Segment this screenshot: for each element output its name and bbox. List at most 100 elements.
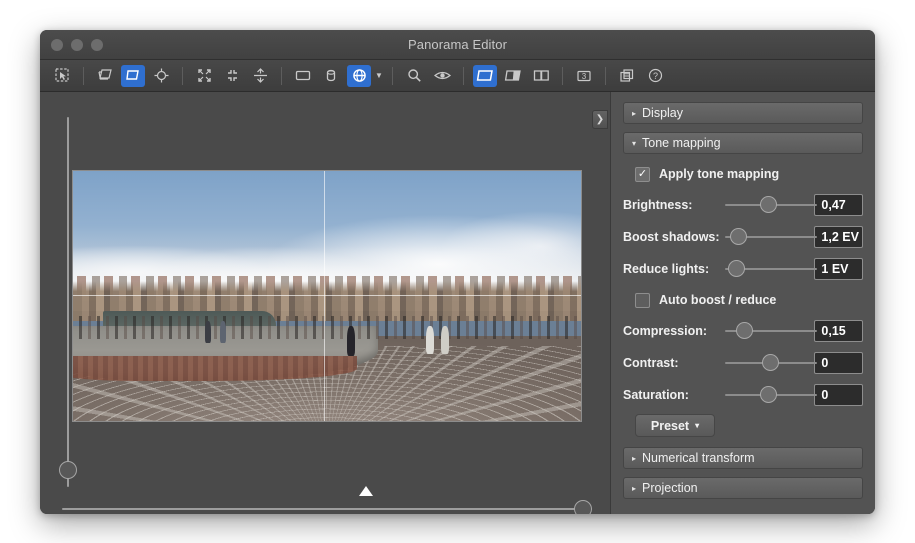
saturation-label: Saturation: bbox=[623, 388, 725, 402]
center-target-icon[interactable] bbox=[149, 65, 173, 87]
horizontal-slider-handle[interactable] bbox=[574, 500, 592, 514]
brightness-label: Brightness: bbox=[623, 198, 725, 212]
preset-button[interactable]: Preset ▾ bbox=[635, 414, 715, 437]
stack-images-icon[interactable] bbox=[93, 65, 117, 87]
reduce-lights-field[interactable]: 1 EV bbox=[814, 258, 863, 280]
brightness-row: Brightness: 0,47 bbox=[623, 192, 863, 218]
section-title-display: Display bbox=[642, 106, 683, 120]
chevron-right-icon: ▸ bbox=[632, 484, 636, 493]
vertical-slider-track[interactable] bbox=[67, 117, 69, 487]
panel-collapse-button[interactable]: ❯ bbox=[592, 110, 608, 129]
section-header-numerical-transform[interactable]: ▸ Numerical transform bbox=[623, 447, 863, 469]
saturation-field[interactable]: 0 bbox=[814, 384, 863, 406]
boost-shadows-field[interactable]: 1,2 EV bbox=[814, 226, 863, 248]
panorama-editor-window: Panorama Editor bbox=[40, 30, 875, 514]
auto-boost-reduce-row[interactable]: Auto boost / reduce bbox=[623, 288, 863, 312]
pedestrian-figure bbox=[441, 326, 449, 354]
section-title-numerical-transform: Numerical transform bbox=[642, 451, 755, 465]
reduce-lights-slider-handle[interactable] bbox=[728, 260, 745, 277]
pedestrian-figure bbox=[426, 326, 434, 354]
brick-wall bbox=[72, 356, 357, 381]
compression-slider[interactable] bbox=[725, 322, 804, 340]
editor-body: ❯ ▸ Display ▾ Tone mapping ✓ Apply tone … bbox=[40, 92, 875, 514]
cylindrical-projection-icon[interactable] bbox=[319, 65, 343, 87]
saturation-slider[interactable] bbox=[725, 386, 804, 404]
svg-text:?: ? bbox=[652, 71, 657, 81]
brightness-field[interactable]: 0,47 bbox=[814, 194, 863, 216]
zoom-icon[interactable] bbox=[402, 65, 426, 87]
contrast-field[interactable]: 0 bbox=[814, 352, 863, 374]
apply-tone-mapping-checkbox[interactable]: ✓ bbox=[635, 167, 650, 182]
expand-icon[interactable] bbox=[192, 65, 216, 87]
boost-shadows-slider[interactable] bbox=[725, 228, 804, 246]
toolbar-separator bbox=[562, 67, 563, 85]
compression-label: Compression: bbox=[623, 324, 725, 338]
contrast-slider-handle[interactable] bbox=[762, 354, 779, 371]
checkmark-icon: ✓ bbox=[638, 169, 647, 180]
saturation-row: Saturation: 0 bbox=[623, 382, 863, 408]
align-horizon-icon[interactable] bbox=[248, 65, 272, 87]
contrast-row: Contrast: 0 bbox=[623, 350, 863, 376]
toolbar-separator bbox=[463, 67, 464, 85]
reduce-lights-slider[interactable] bbox=[725, 260, 804, 278]
eye-preview-icon[interactable] bbox=[430, 65, 454, 87]
section-header-display[interactable]: ▸ Display bbox=[623, 102, 863, 124]
main-toolbar: ▼ 3 ? bbox=[40, 60, 875, 92]
pedestrian-figure bbox=[205, 321, 211, 343]
reduce-lights-row: Reduce lights: 1 EV bbox=[623, 256, 863, 282]
vertical-slider-handle[interactable] bbox=[59, 461, 77, 479]
compression-field[interactable]: 0,15 bbox=[814, 320, 863, 342]
chevron-right-icon: ▸ bbox=[632, 109, 636, 118]
window-title: Panorama Editor bbox=[40, 37, 875, 52]
horizontal-slider-track[interactable] bbox=[62, 508, 592, 510]
title-bar: Panorama Editor bbox=[40, 30, 875, 60]
brightness-slider[interactable] bbox=[725, 196, 804, 214]
toolbar-separator bbox=[392, 67, 393, 85]
chevron-right-icon: ▸ bbox=[632, 454, 636, 463]
compression-row: Compression: 0,15 bbox=[623, 318, 863, 344]
boost-shadows-row: Boost shadows: 1,2 EV bbox=[623, 224, 863, 250]
rectangular-projection-icon[interactable] bbox=[291, 65, 315, 87]
spherical-projection-icon[interactable] bbox=[347, 65, 371, 87]
apply-tone-mapping-row[interactable]: ✓ Apply tone mapping bbox=[623, 162, 863, 186]
collapse-icon[interactable] bbox=[220, 65, 244, 87]
pano-center-marker[interactable] bbox=[359, 486, 373, 496]
single-image-icon[interactable] bbox=[121, 65, 145, 87]
section-header-projection[interactable]: ▸ Projection bbox=[623, 477, 863, 499]
toolbar-separator bbox=[605, 67, 606, 85]
crowd-silhouettes bbox=[73, 316, 581, 339]
chevron-down-icon: ▾ bbox=[695, 421, 699, 430]
panorama-preview[interactable] bbox=[72, 170, 582, 422]
auto-boost-reduce-checkbox[interactable] bbox=[635, 293, 650, 308]
contrast-slider[interactable] bbox=[725, 354, 804, 372]
layers-icon[interactable] bbox=[615, 65, 639, 87]
compression-slider-handle[interactable] bbox=[736, 322, 753, 339]
toolbar-separator bbox=[83, 67, 84, 85]
panel-collapse-glyph: ❯ bbox=[596, 114, 604, 125]
numbered-view-icon[interactable]: 3 bbox=[572, 65, 596, 87]
section-title-projection: Projection bbox=[642, 481, 698, 495]
book-view-icon[interactable] bbox=[529, 65, 553, 87]
help-icon[interactable]: ? bbox=[643, 65, 667, 87]
chevron-down-icon: ▾ bbox=[632, 139, 636, 148]
selection-tool-icon[interactable] bbox=[50, 65, 74, 87]
section-header-tone-mapping[interactable]: ▾ Tone mapping bbox=[623, 132, 863, 154]
auto-boost-reduce-label: Auto boost / reduce bbox=[659, 293, 776, 307]
boost-shadows-slider-handle[interactable] bbox=[730, 228, 747, 245]
canvas-region bbox=[40, 92, 610, 514]
pedestrian-figure bbox=[347, 326, 355, 356]
chevron-down-icon[interactable]: ▼ bbox=[373, 65, 385, 87]
saturation-slider-handle[interactable] bbox=[760, 386, 777, 403]
toolbar-separator bbox=[182, 67, 183, 85]
boost-shadows-label: Boost shadows: bbox=[623, 230, 725, 244]
horizontal-pan-slider[interactable] bbox=[62, 500, 592, 514]
svg-text:3: 3 bbox=[582, 72, 587, 81]
reduce-lights-label: Reduce lights: bbox=[623, 262, 725, 276]
preset-button-label: Preset bbox=[651, 419, 689, 433]
toolbar-separator bbox=[281, 67, 282, 85]
horizon-guide-line bbox=[73, 295, 581, 296]
full-view-icon[interactable] bbox=[473, 65, 497, 87]
split-view-icon[interactable] bbox=[501, 65, 525, 87]
brightness-slider-handle[interactable] bbox=[760, 196, 777, 213]
pedestrian-figure bbox=[220, 321, 226, 343]
